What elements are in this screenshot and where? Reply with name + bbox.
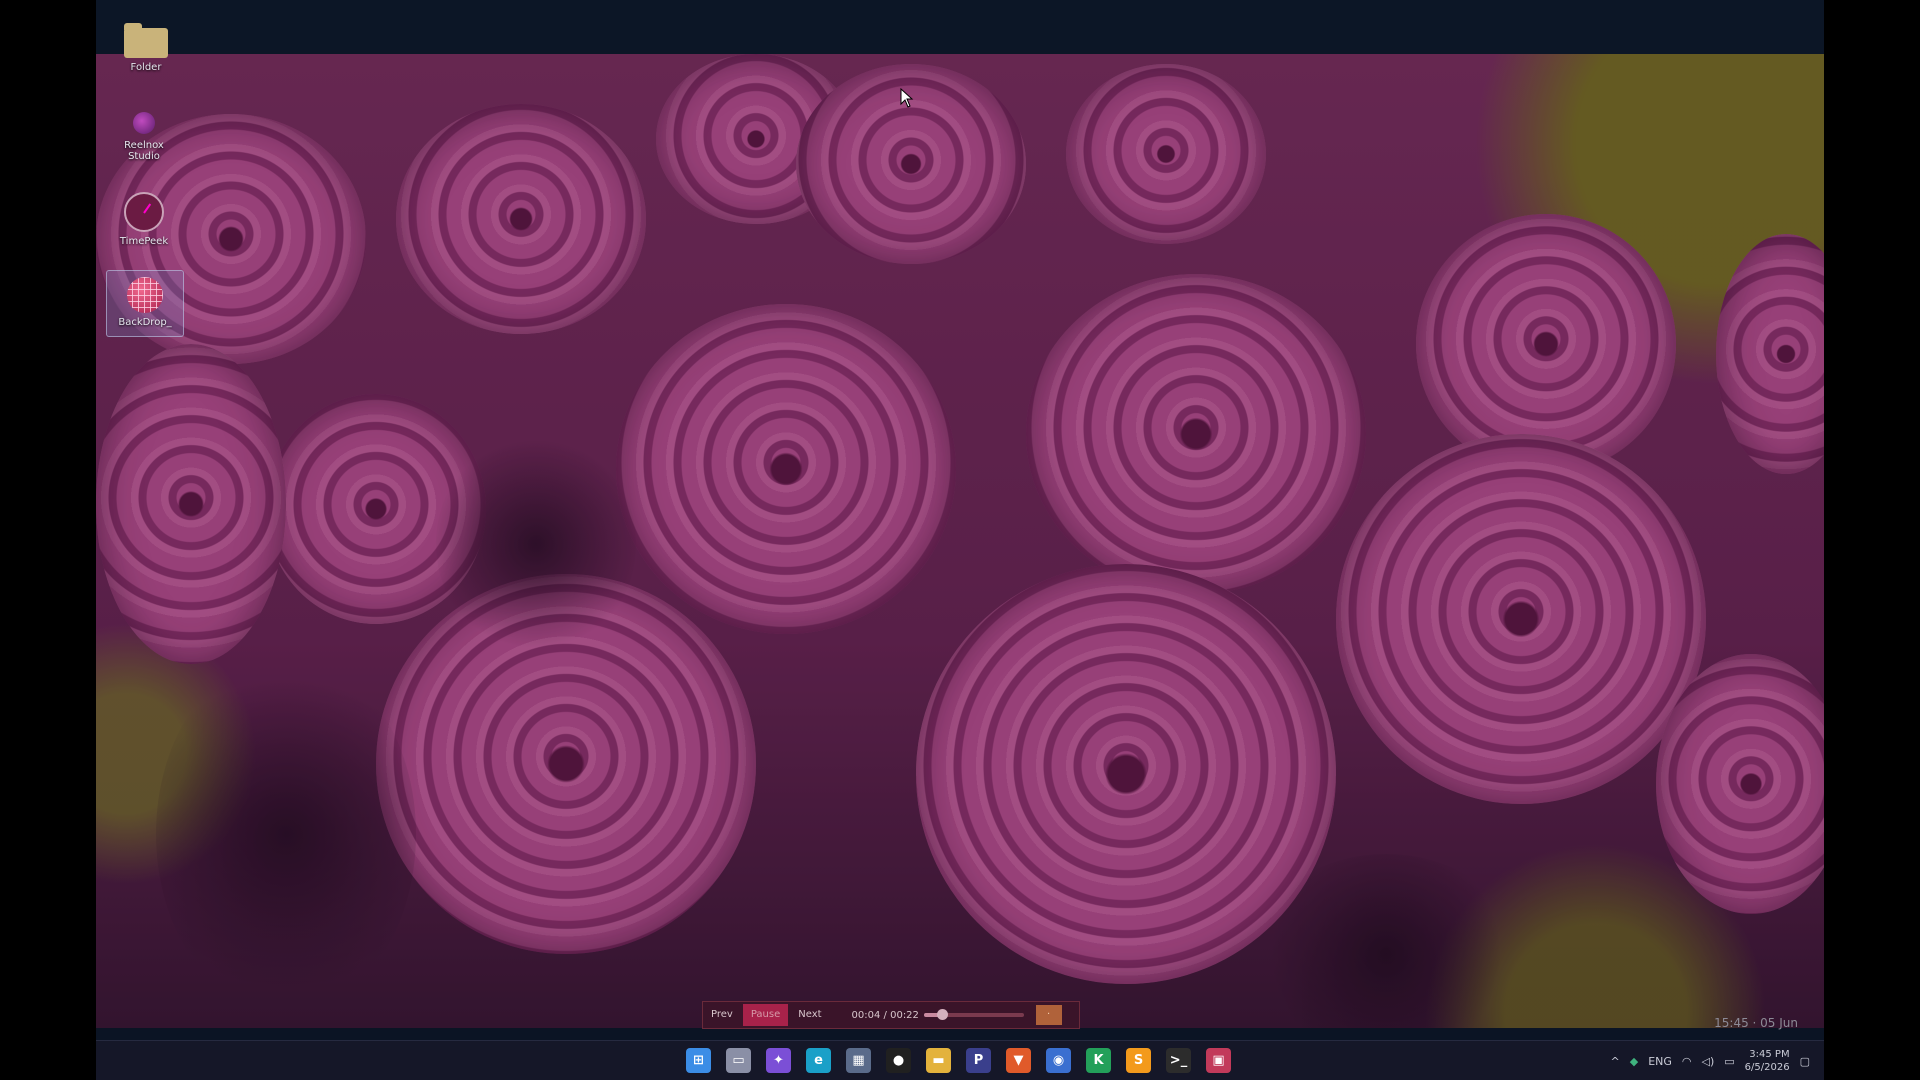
k-app-icon[interactable]: K <box>1086 1048 1111 1073</box>
language-indicator[interactable]: ENG <box>1648 1055 1672 1068</box>
desktop-icon-label: Reelnox Studio <box>124 140 164 162</box>
overlay-clock: 15:45 · 05 Jun <box>1714 1016 1798 1030</box>
wifi-icon[interactable]: ◠ <box>1682 1055 1692 1068</box>
desktop-icon-reelnox-studio[interactable]: Reelnox Studio <box>106 112 182 162</box>
desktop-icon-backdrop[interactable]: BackDrop_ <box>106 270 184 337</box>
seek-knob[interactable] <box>936 1009 948 1020</box>
prev-button[interactable]: Prev <box>703 1004 741 1026</box>
next-button[interactable]: Next <box>790 1004 829 1026</box>
pause-button[interactable]: Pause <box>742 1004 789 1026</box>
taskbar-apps: ⊞ ▭ ✦ e ▦ ● ▬ P ▼ ◉ K S >_ ▣ <box>686 1048 1231 1073</box>
brave-browser-icon[interactable]: ▼ <box>1006 1048 1031 1073</box>
mini-player-button[interactable]: · <box>1035 1005 1062 1025</box>
screen-frame: Folder Reelnox Studio TimePeek BackDrop_… <box>96 0 1824 1080</box>
taskbar-clock[interactable]: 3:45 PM 6/5/2026 <box>1745 1048 1790 1074</box>
chat-icon[interactable]: ● <box>886 1048 911 1073</box>
volume-icon[interactable]: ◁) <box>1702 1055 1715 1068</box>
store-icon[interactable]: ▦ <box>846 1048 871 1073</box>
mouse-cursor-icon <box>900 88 914 108</box>
desktop-icon-label: TimePeek <box>119 236 169 247</box>
desktop-icon-label: Folder <box>130 62 162 73</box>
globe-app-icon <box>127 277 163 313</box>
rose-wallpaper <box>96 54 1824 1028</box>
taskbar-time: 3:45 PM <box>1749 1049 1790 1060</box>
notifications-icon[interactable]: ▢ <box>1800 1055 1810 1068</box>
media-player-bar: Prev Pause Next 00:04 / 00:22 · <box>702 1001 1080 1029</box>
folder-icon <box>124 23 168 58</box>
top-bar <box>96 0 1824 54</box>
sublime-text-icon[interactable]: S <box>1126 1048 1151 1073</box>
edge-browser-icon[interactable]: e <box>806 1048 831 1073</box>
file-explorer-icon[interactable]: ▬ <box>926 1048 951 1073</box>
battery-icon[interactable]: ▭ <box>1724 1055 1734 1068</box>
defender-icon[interactable]: ◆ <box>1630 1055 1638 1068</box>
playback-time: 00:04 / 00:22 <box>851 1009 919 1021</box>
clock-app-icon <box>124 192 164 232</box>
windows-start-icon[interactable]: ⊞ <box>686 1048 711 1073</box>
taskbar: ⊞ ▭ ✦ e ▦ ● ▬ P ▼ ◉ K S >_ ▣ ^ ◆ ENG ◠ ◁) ▭ 3:45 PM 6… <box>96 1040 1824 1080</box>
seek-slider[interactable] <box>923 1009 1024 1020</box>
desktop-icon-folder[interactable]: Folder <box>108 23 184 73</box>
p-app-icon[interactable]: P <box>966 1048 991 1073</box>
tray-chevron-icon[interactable]: ^ <box>1611 1055 1620 1068</box>
terminal-icon[interactable]: >_ <box>1166 1048 1191 1073</box>
desktop-icon-timepeek[interactable]: TimePeek <box>106 192 182 247</box>
copilot-icon[interactable]: ✦ <box>766 1048 791 1073</box>
reelnox-app-icon <box>133 112 155 134</box>
taskbar-date: 6/5/2026 <box>1744 1062 1790 1073</box>
desktop-icon-label: BackDrop_ <box>118 317 172 328</box>
backdrop-app-icon[interactable]: ▣ <box>1206 1048 1231 1073</box>
task-view-icon[interactable]: ▭ <box>726 1048 751 1073</box>
messenger-icon[interactable]: ◉ <box>1046 1048 1071 1073</box>
system-tray: ^ ◆ ENG ◠ ◁) ▭ 3:45 PM 6/5/2026 ▢ <box>1611 1041 1811 1080</box>
